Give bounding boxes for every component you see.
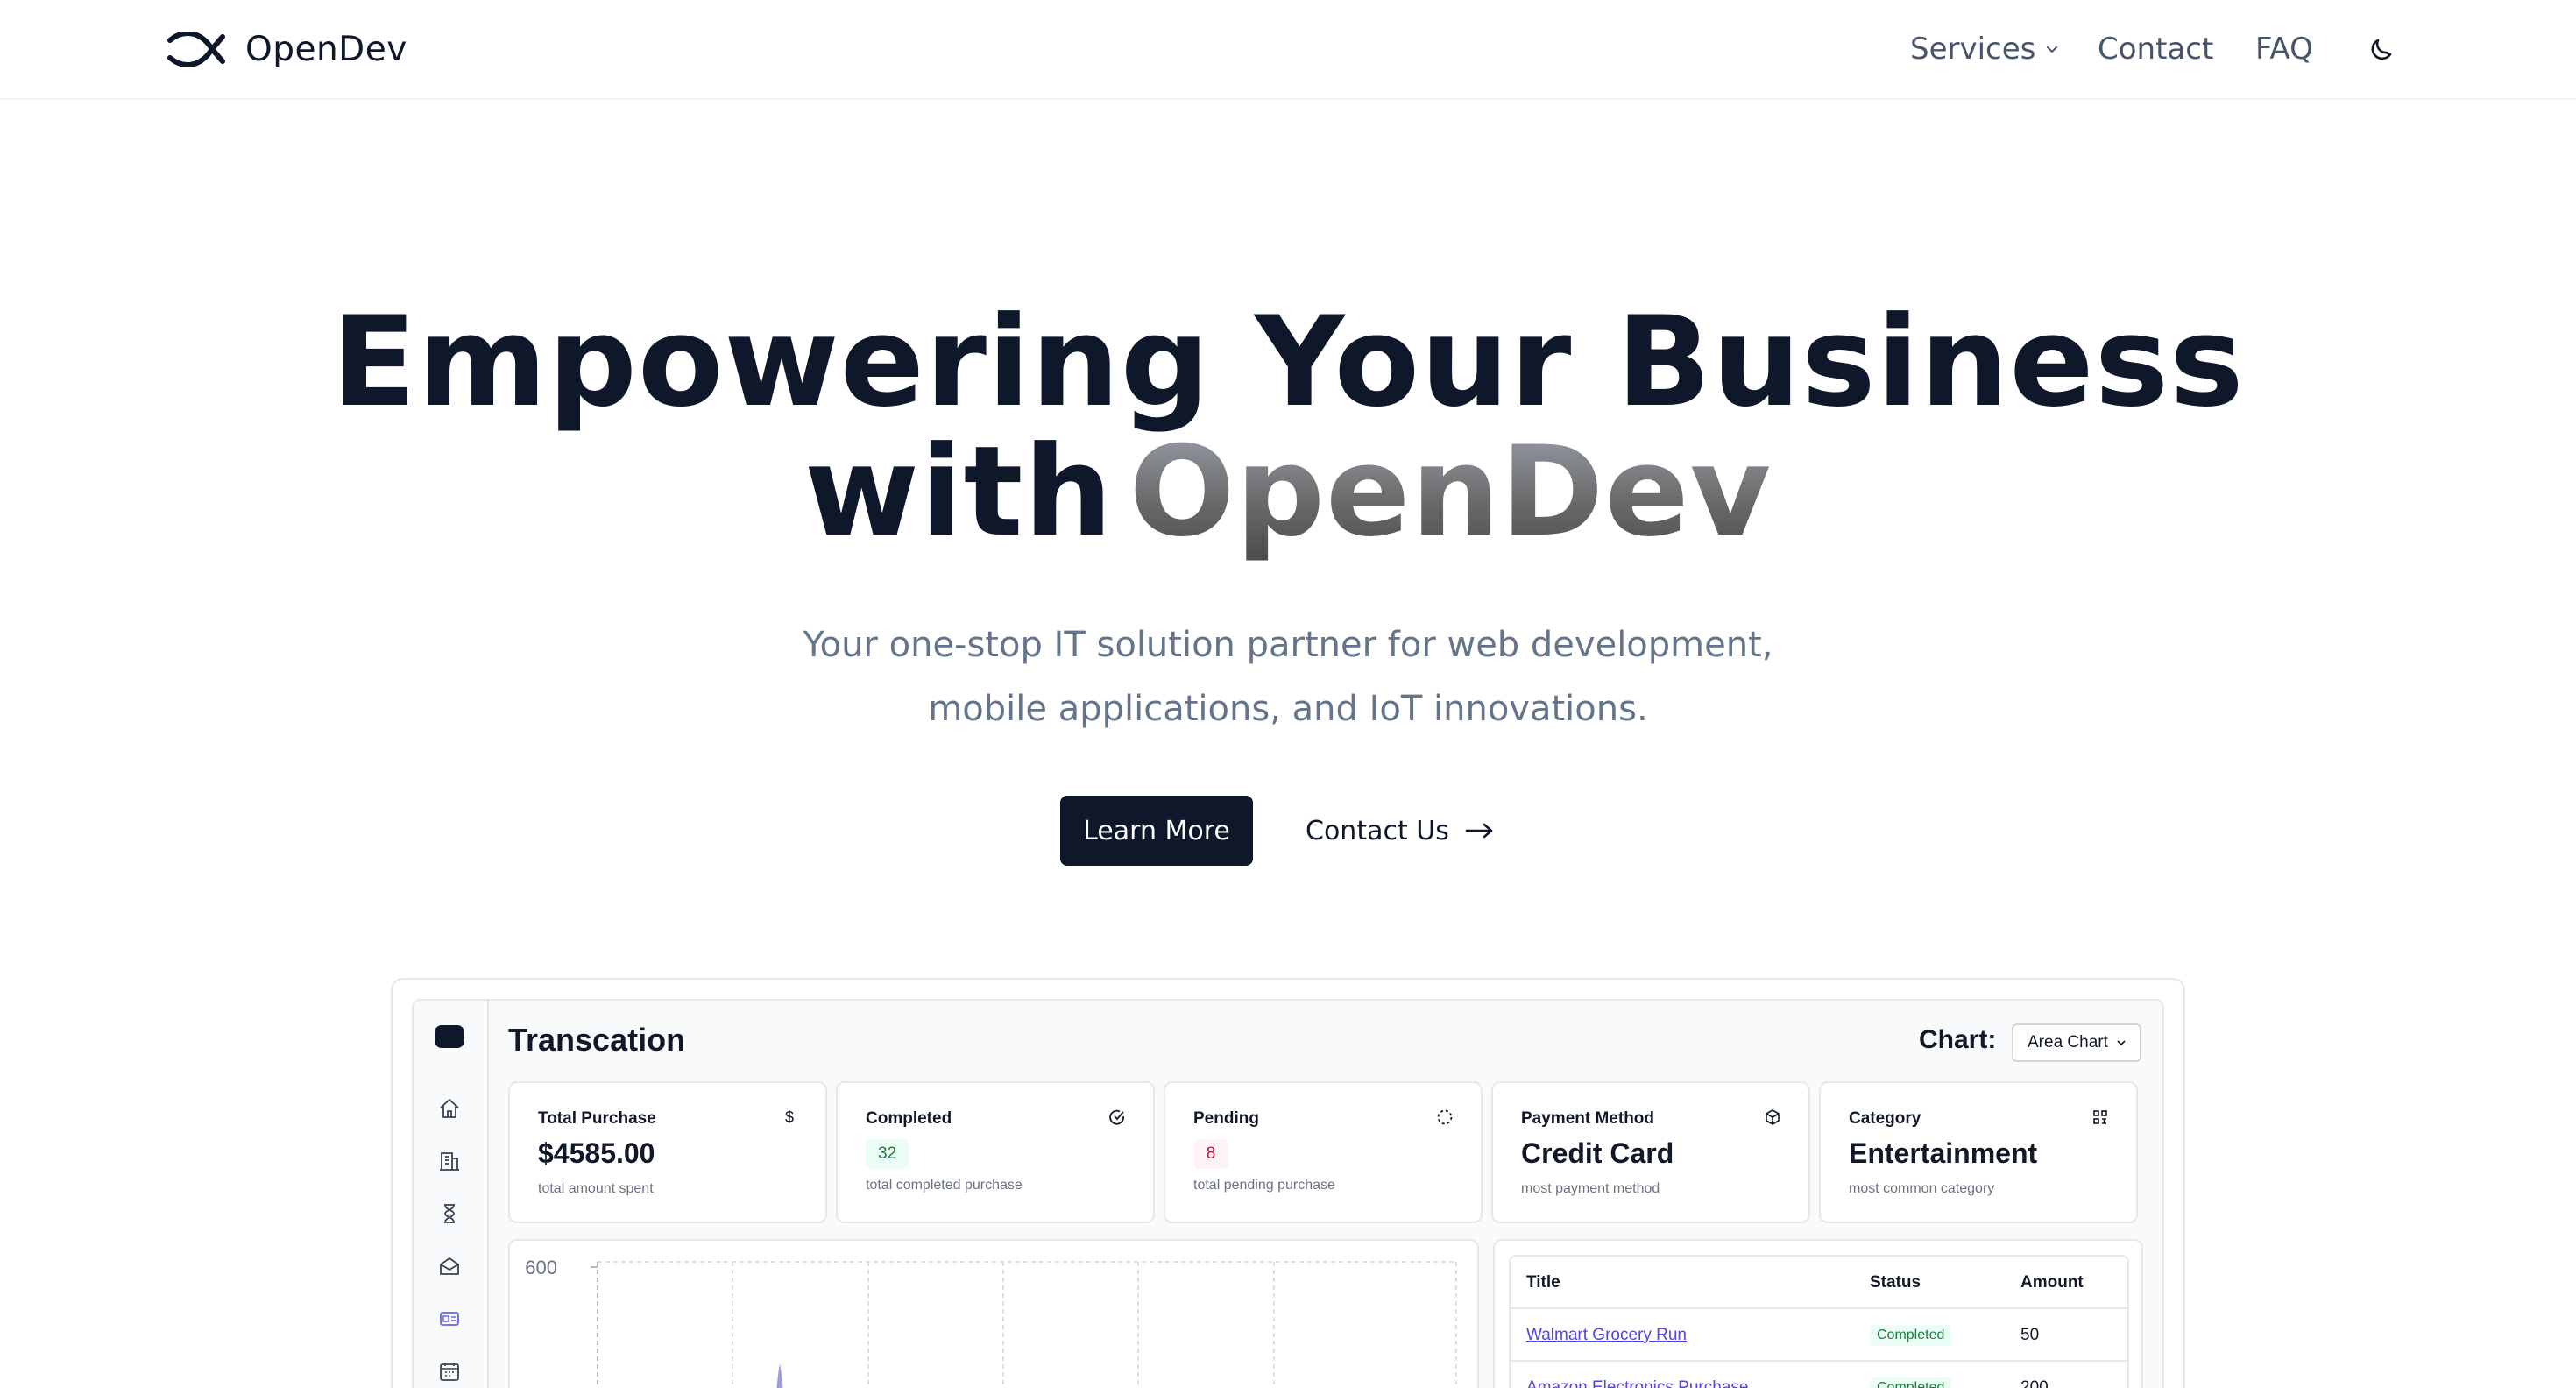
grid-icon (2091, 1108, 2110, 1127)
stat-card-payment-method: Payment Method Credit Card most payment … (1491, 1081, 1810, 1223)
dashboard-sidebar (414, 1001, 489, 1388)
completed-count-badge: 32 (866, 1139, 909, 1169)
column-header-amount: Amount (2020, 1273, 2084, 1292)
area-chart: 600 (525, 1257, 1457, 1388)
hero-title-highlight: OpenDev (1129, 420, 1773, 564)
transaction-title[interactable]: Amazon Electronics Purchase (1526, 1378, 1748, 1388)
card-subtext: most payment method (1521, 1181, 1660, 1196)
dashboard-logo (435, 1025, 464, 1048)
card-value: Credit Card (1521, 1137, 1674, 1169)
card-subtext: total pending purchase (1193, 1178, 1335, 1193)
table-header-row: Title Status Amount (1511, 1257, 2127, 1309)
nav-faq[interactable]: FAQ (2255, 25, 2313, 74)
hero-subtitle-line2: mobile applications, and IoT innovations… (928, 689, 1648, 729)
hero-title-with: with (803, 420, 1114, 564)
fish-logo-icon (167, 32, 225, 67)
card-subtext: total amount spent (538, 1181, 654, 1196)
area-series-peak (776, 1363, 783, 1388)
calendar-icon[interactable] (435, 1356, 464, 1386)
check-circle-icon (1108, 1108, 1127, 1127)
status-cell: Completed (1870, 1362, 1952, 1388)
status-cell: Completed (1870, 1309, 1952, 1362)
hero-title-line2: with OpenDev (0, 428, 2576, 557)
stat-card-category: Category Entertainment most common categ… (1819, 1081, 2138, 1223)
chart-type-select[interactable]: Area Chart (2012, 1023, 2141, 1062)
chevron-down-icon (2117, 1040, 2126, 1046)
hero-subtitle: Your one-stop IT solution partner for we… (762, 613, 1814, 741)
contact-us-label: Contact Us (1306, 815, 1449, 846)
amount-cell: 200 (2020, 1378, 2049, 1388)
moon-icon (2371, 39, 2392, 60)
transaction-title-link[interactable]: Walmart Grocery Run (1526, 1309, 1687, 1362)
chart-type-value: Area Chart (2028, 1033, 2108, 1052)
brand-logo[interactable]: OpenDev (166, 25, 407, 74)
site-header: OpenDev Services Contact FAQ (0, 0, 2576, 100)
dashboard-title: Transcation (508, 1022, 686, 1058)
card-value: Entertainment (1849, 1137, 2038, 1169)
column-header-title: Title (1526, 1273, 1560, 1292)
transactions-table: Title Status Amount Walmart Grocery Run … (1509, 1255, 2129, 1388)
nav-services[interactable]: Services (1910, 25, 2060, 74)
pending-count-badge: 8 (1193, 1139, 1228, 1169)
table-row: Walmart Grocery Run Completed 50 (1511, 1309, 2127, 1362)
mail-open-icon[interactable] (435, 1251, 464, 1281)
card-label: Total Purchase (538, 1109, 656, 1128)
transaction-title-link[interactable]: Amazon Electronics Purchase (1526, 1362, 1748, 1388)
transactions-table-panel: Title Status Amount Walmart Grocery Run … (1493, 1239, 2143, 1388)
stat-card-completed: Completed 32 total completed purchase (836, 1081, 1155, 1223)
dashboard-preview: Transcation Chart: Area Chart Total Purc… (412, 999, 2164, 1388)
card-label: Payment Method (1521, 1109, 1655, 1128)
chart-type-label: Chart: (1919, 1025, 1997, 1054)
hero-subtitle-line1: Your one-stop IT solution partner for we… (803, 625, 1773, 665)
nav-services-label: Services (1910, 32, 2036, 67)
amount-cell: 50 (2020, 1326, 2040, 1344)
brand-name: OpenDev (245, 29, 407, 69)
card-label: Category (1849, 1109, 1921, 1128)
hourglass-icon[interactable] (435, 1199, 464, 1229)
card-subtext: most common category (1849, 1181, 1995, 1196)
chevron-down-icon (2047, 46, 2058, 53)
nav-contact[interactable]: Contact (2098, 25, 2213, 74)
contact-us-button[interactable]: Contact Us (1306, 796, 1495, 866)
box-icon (1763, 1108, 1782, 1127)
area-chart-panel: 600 (508, 1239, 1479, 1388)
status-badge: Completed (1870, 1377, 1952, 1388)
y-axis-tick-label: 600 (525, 1257, 557, 1278)
card-subtext: total completed purchase (866, 1178, 1023, 1193)
hero-title-line1: Empowering Your Business (331, 290, 2245, 435)
id-card-icon[interactable] (435, 1304, 464, 1334)
arrow-right-icon (1465, 823, 1493, 839)
card-label: Pending (1193, 1109, 1259, 1128)
loader-icon (1435, 1108, 1454, 1127)
table-row: Amazon Electronics Purchase Completed 20… (1511, 1362, 2127, 1388)
status-badge: Completed (1870, 1325, 1952, 1346)
theme-toggle-button[interactable] (2362, 30, 2401, 68)
dollar-icon: $ (784, 1108, 794, 1126)
card-value: $4585.00 (538, 1137, 655, 1169)
stat-card-total-purchase: Total Purchase $ $4585.00 total amount s… (508, 1081, 827, 1223)
stat-card-pending: Pending 8 total pending purchase (1164, 1081, 1483, 1223)
transaction-title[interactable]: Walmart Grocery Run (1526, 1326, 1687, 1345)
card-label: Completed (866, 1109, 952, 1128)
learn-more-button[interactable]: Learn More (1060, 796, 1253, 866)
home-icon[interactable] (435, 1094, 464, 1123)
hero-title: Empowering Your Business with OpenDev (0, 298, 2576, 557)
column-header-status: Status (1870, 1273, 1921, 1292)
building-icon[interactable] (435, 1146, 464, 1176)
